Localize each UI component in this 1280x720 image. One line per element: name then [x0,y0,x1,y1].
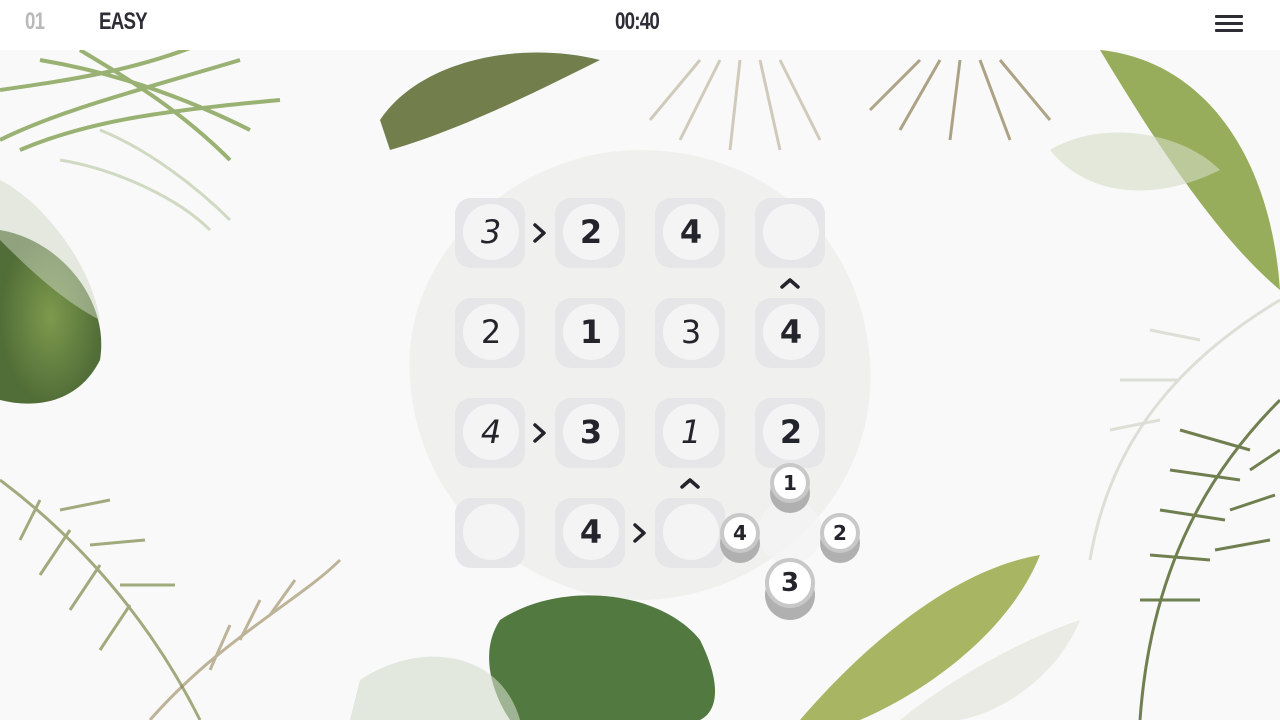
option-label: 3 [765,558,815,608]
grid-cell-r3c4: 2 [755,398,825,468]
greater-than-icon [633,523,646,543]
level-number: 01 [25,8,45,35]
grid-cell-r1c4[interactable] [755,198,825,268]
cell-value [663,504,719,560]
cell-value: 2 [763,404,819,460]
grid-cell-r3c2: 3 [555,398,625,468]
grid-cell-r1c1[interactable]: 3 [455,198,525,268]
grid-cell-r4c3[interactable] [655,498,725,568]
cell-value: 4 [563,504,619,560]
grid-cell-r1c3: 4 [655,198,725,268]
cell-value: 2 [463,304,519,360]
cell-value: 2 [563,204,619,260]
hamburger-menu-icon-line [1215,22,1243,25]
cell-value: 4 [763,304,819,360]
option-label: 2 [820,513,860,553]
cell-value: 3 [663,304,719,360]
less-than-up-icon [780,278,800,289]
difficulty-label: EASY [99,8,148,35]
cell-value: 1 [663,404,719,460]
option-label: 4 [720,513,760,553]
hamburger-menu-icon-line [1215,29,1243,32]
grid-cell-r4c1[interactable] [455,498,525,568]
top-bar: 01 EASY 00:40 [0,0,1280,50]
grid-cell-r2c1[interactable]: 2 [455,298,525,368]
number-option-4[interactable]: 4 [720,513,760,563]
cell-value: 1 [563,304,619,360]
grid-cell-r4c2: 4 [555,498,625,568]
cell-value: 3 [463,204,519,260]
grid-cell-r3c3[interactable]: 1 [655,398,725,468]
number-option-1[interactable]: 1 [770,463,810,513]
cell-value [763,204,819,260]
number-option-2[interactable]: 2 [820,513,860,563]
timer: 00:40 [615,8,660,35]
hamburger-menu-icon [1215,15,1243,18]
grid-cell-r2c4: 4 [755,298,825,368]
less-than-up-icon [680,478,700,489]
cell-value: 4 [463,404,519,460]
grid-cell-r2c3[interactable]: 3 [655,298,725,368]
grid-cell-r1c2: 2 [555,198,625,268]
option-label: 1 [770,463,810,503]
menu-button[interactable] [1213,14,1245,36]
greater-than-icon [533,223,546,243]
greater-than-icon [533,423,546,443]
cell-value: 3 [563,404,619,460]
grid-cell-r2c2: 1 [555,298,625,368]
cell-value: 4 [663,204,719,260]
grid-cell-r3c1[interactable]: 4 [455,398,525,468]
number-option-3[interactable]: 3 [765,558,815,620]
futoshiki-board: 3 2 4 2 1 3 4 4 3 1 2 4 1 2 3 4 [0,0,1280,720]
cell-value [463,504,519,560]
